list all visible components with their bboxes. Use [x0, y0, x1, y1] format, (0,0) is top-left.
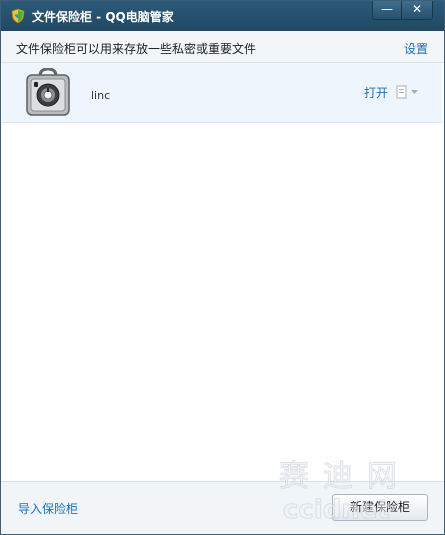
vault-description: 文件保险柜可以用来存放一些私密或重要文件: [16, 42, 257, 56]
qq-pc-manager-shield-icon: [11, 8, 25, 24]
vault-list-item[interactable]: linc 打开: [2, 63, 442, 123]
more-options-dropdown-icon[interactable]: [396, 84, 422, 100]
settings-link[interactable]: 设置: [404, 40, 428, 57]
header-strip: 文件保险柜可以用来存放一些私密或重要文件 设置: [1, 31, 444, 63]
window-title: 文件保险柜 - QQ电脑管家: [32, 10, 174, 24]
import-vault-link[interactable]: 导入保险柜: [18, 500, 78, 517]
file-vault-window: 文件保险柜 - QQ电脑管家 — ✕ 文件保险柜可以用来存放一些私密或重要文件 …: [0, 0, 445, 535]
new-vault-button[interactable]: 新建保险柜: [332, 494, 428, 521]
minimize-button[interactable]: —: [372, 1, 402, 20]
safe-icon: [26, 68, 70, 116]
title-bar[interactable]: 文件保险柜 - QQ电脑管家 — ✕: [1, 1, 444, 31]
footer-bar: 导入保险柜 新建保险柜: [1, 481, 444, 534]
vault-name: linc: [91, 89, 111, 102]
open-vault-link[interactable]: 打开: [364, 84, 388, 101]
close-button[interactable]: ✕: [401, 1, 433, 20]
